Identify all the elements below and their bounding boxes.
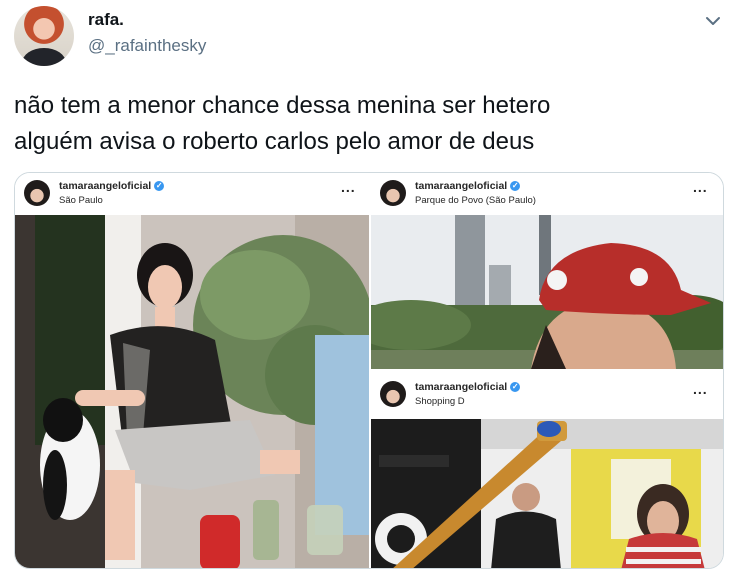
tweet-text: não tem a menor chance dessa menina ser … [14,88,714,160]
tweet-text-line: alguém avisa o roberto carlos pelo amor … [14,128,535,155]
post-username: tamaraangeloficial ✓ [59,180,165,192]
more-options-icon: ... [341,179,356,195]
post-avatar [380,381,406,407]
handle[interactable]: @_rafainthesky [88,36,206,56]
post-username: tamaraangeloficial ✓ [415,381,521,393]
media-grid[interactable]: tamaraangeloficial ✓ São Paulo ... tamar… [14,172,724,569]
post-location: Parque do Povo (São Paulo) [415,195,536,206]
post-header: tamaraangeloficial ✓ Parque do Povo (São … [371,173,723,215]
post-location: São Paulo [59,195,103,206]
post-username: tamaraangeloficial ✓ [415,180,521,192]
post-location: Shopping D [415,396,465,407]
tweet-header: rafa. @_rafainthesky [0,0,730,80]
photo-person-with-dog [15,215,369,568]
photo-band-stage [371,419,723,568]
tweet-text-line: não tem a menor chance dessa menina ser … [14,92,551,119]
verified-icon: ✓ [510,382,521,393]
post-header: tamaraangeloficial ✓ São Paulo ... [15,173,371,215]
verified-icon: ✓ [510,181,521,192]
display-name[interactable]: rafa. [88,10,124,30]
photo-red-cap [371,215,723,369]
post-header: tamaraangeloficial ✓ Shopping D ... [371,371,723,419]
more-options-icon: ... [693,179,708,195]
post-avatar [24,180,50,206]
verified-icon: ✓ [154,181,165,192]
chevron-down-icon[interactable] [704,12,722,30]
post-avatar [380,180,406,206]
more-options-icon: ... [693,381,708,397]
avatar[interactable] [14,6,74,66]
